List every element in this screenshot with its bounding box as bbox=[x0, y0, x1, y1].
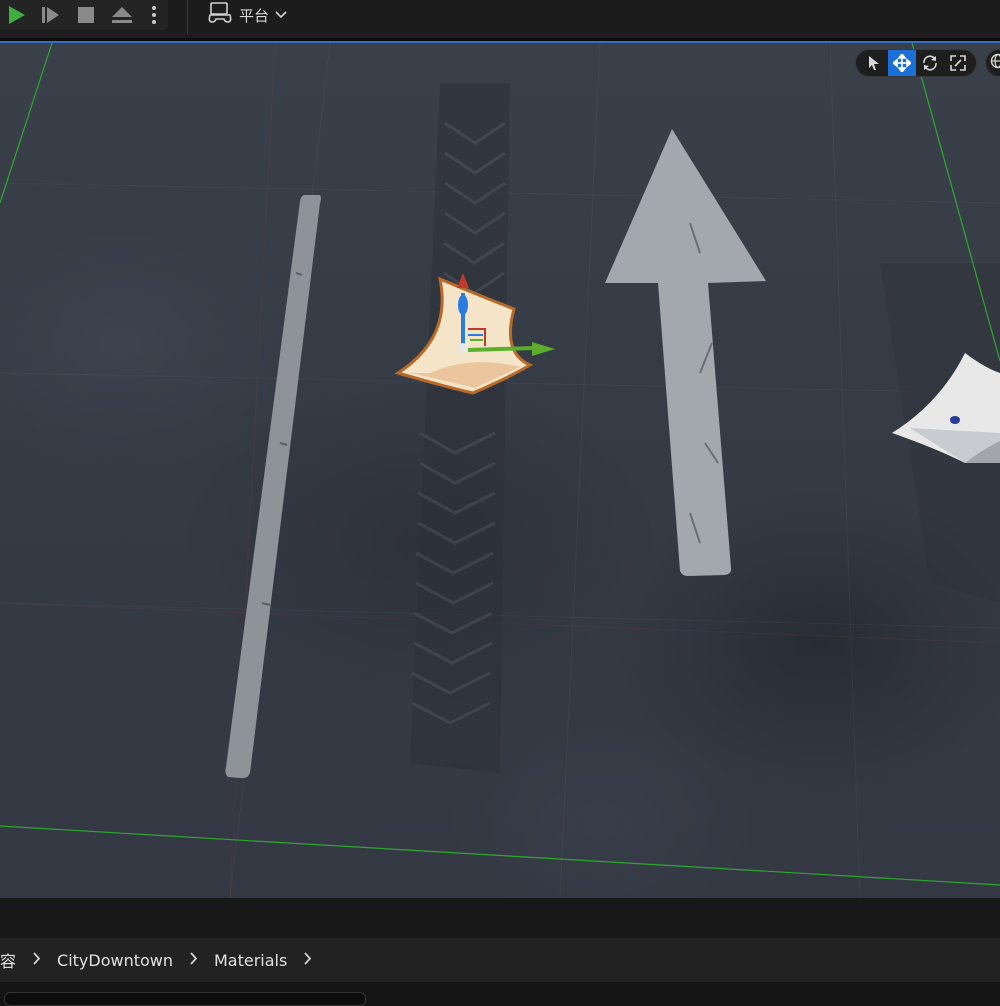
play-icon[interactable] bbox=[2, 2, 30, 28]
search-input[interactable] bbox=[4, 992, 366, 1006]
panel-gap bbox=[0, 898, 1000, 938]
platform-label: 平台 bbox=[239, 5, 269, 26]
chevron-down-icon bbox=[275, 6, 287, 24]
main-toolbar: 平台 bbox=[0, 0, 1000, 41]
eject-icon[interactable] bbox=[108, 2, 136, 28]
transform-toolbar bbox=[855, 49, 977, 77]
content-browser-breadcrumb: 容 CityDowntown Materials bbox=[0, 938, 1000, 982]
tire-track bbox=[410, 83, 510, 773]
move-icon[interactable] bbox=[888, 50, 916, 76]
stop-icon[interactable] bbox=[72, 2, 100, 28]
breadcrumb-item-content[interactable]: 容 bbox=[0, 948, 16, 972]
platform-dropdown[interactable]: 平台 bbox=[207, 2, 287, 28]
play-controls bbox=[0, 0, 168, 30]
chevron-right-icon[interactable] bbox=[189, 951, 198, 969]
scale-icon[interactable] bbox=[944, 50, 972, 76]
viewport-scene bbox=[0, 43, 1000, 898]
breadcrumb-item-materials[interactable]: Materials bbox=[214, 951, 287, 970]
chevron-right-icon[interactable] bbox=[32, 951, 41, 969]
select-icon[interactable] bbox=[860, 50, 888, 76]
rotate-icon[interactable] bbox=[916, 50, 944, 76]
level-viewport[interactable] bbox=[0, 43, 1000, 898]
globe-icon bbox=[990, 53, 1000, 73]
step-forward-icon[interactable] bbox=[36, 2, 64, 28]
toolbar-divider bbox=[187, 0, 188, 34]
lane-line bbox=[225, 195, 321, 778]
more-vertical-icon[interactable] bbox=[142, 2, 166, 28]
gamepad-icon bbox=[207, 2, 233, 28]
breadcrumb-item-citydowntown[interactable]: CityDowntown bbox=[57, 951, 173, 970]
chevron-right-icon[interactable] bbox=[303, 951, 312, 969]
